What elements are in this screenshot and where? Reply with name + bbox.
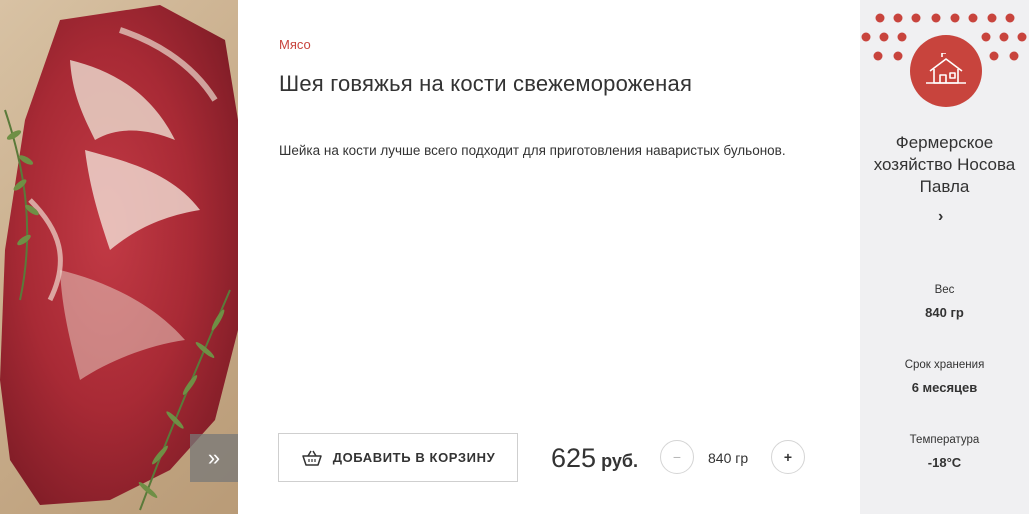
price-value: 625 [551,443,597,473]
farm-panel: Фермерское хозяйство Носова Павла › Вес … [860,0,1029,514]
price-currency: руб. [601,451,638,471]
spec-shelf-life: Срок хранения 6 месяцев [860,359,1029,395]
quantity-increase-button[interactable]: + [771,440,805,474]
product-photo: » [0,0,238,514]
spec-weight: Вес 840 гр [860,284,1029,320]
spec-label: Срок хранения [904,359,985,371]
quantity-value: 840 гр [708,450,749,466]
plus-icon: + [783,449,793,465]
spec-value: -18°C [927,455,962,470]
minus-icon: − [672,449,682,465]
product-details: Мясо Шея говяжья на кости свежемороженая… [238,0,860,514]
quantity-decrease-button[interactable]: − [660,440,694,474]
spec-label: Вес [934,284,955,296]
spec-value: 6 месяцев [911,380,978,395]
add-to-cart-button[interactable]: ДОБАВИТЬ В КОРЗИНУ [278,433,518,482]
spec-temperature: Температура -18°C [860,434,1029,470]
product-description: Шейка на кости лучше всего подходит для … [279,143,786,158]
basket-icon [301,450,322,466]
price: 625 руб. [551,443,638,474]
spec-label: Температура [909,434,980,446]
add-to-cart-label: ДОБАВИТЬ В КОРЗИНУ [332,450,496,465]
gallery-next-button[interactable]: » [190,434,238,482]
farmhouse-icon [926,53,966,84]
spec-value: 840 гр [925,305,964,320]
farm-name-link[interactable]: Фермерское хозяйство Носова Павла [860,132,1029,198]
product-title: Шея говяжья на кости свежемороженая [279,71,693,96]
double-chevron-right-icon: » [207,445,221,470]
farm-logo[interactable] [910,35,982,107]
chevron-right-icon[interactable]: › [938,208,943,226]
product-category-link[interactable]: Мясо [279,37,311,52]
